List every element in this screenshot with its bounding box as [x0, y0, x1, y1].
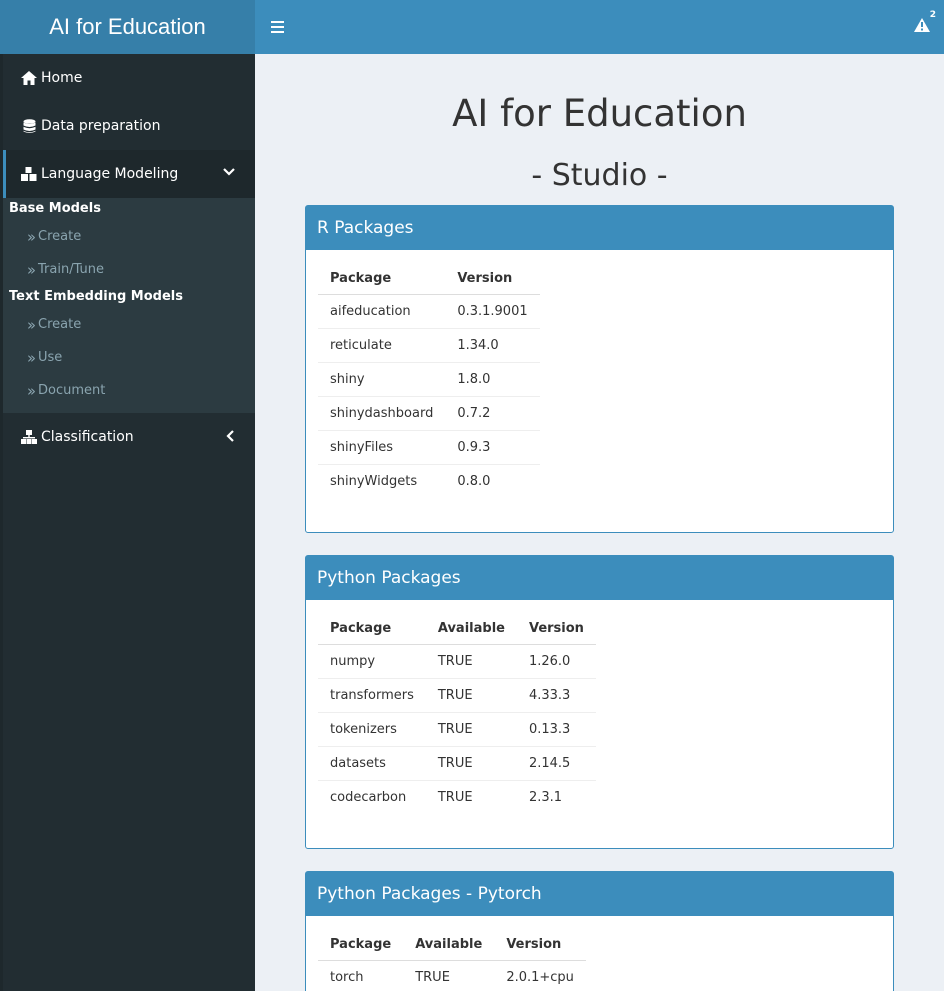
page-subtitle: - Studio -	[531, 158, 668, 193]
sitemap-icon	[20, 430, 38, 444]
column-header: Version	[445, 264, 540, 295]
table-cell: TRUE	[425, 745, 517, 780]
box-title: Python Packages	[306, 556, 893, 600]
table-cell: datasets	[318, 745, 426, 780]
table-cell: TRUE	[425, 779, 517, 814]
sidebar-item-label: Language Modeling	[41, 166, 179, 182]
table-cell: codecarbon	[318, 779, 426, 814]
table-cell: TRUE	[425, 711, 517, 746]
table-row: torch TRUE 2.0.1+cpu	[318, 960, 586, 991]
python-packages-table: Package Available Version numpy TRUE 1.26.0 tr…	[318, 614, 596, 814]
double-chevron-right-icon: ››	[27, 227, 36, 246]
table-row: numpy TRUE 1.26.0	[318, 644, 596, 678]
text-embedding-heading: Text Embedding Models	[9, 289, 183, 304]
table-cell: 1.34.0	[445, 327, 540, 362]
table-cell: 2.14.5	[516, 745, 596, 780]
table-row: shinydashboard 0.7.2	[318, 395, 540, 430]
pytorch-packages-box: Python Packages - Pytorch Package Availab…	[305, 871, 894, 991]
table-cell: TRUE	[415, 969, 450, 985]
notification-badge: 2	[929, 10, 936, 20]
table-row: aifeducation 0.3.1.9001	[318, 294, 540, 328]
table-cell: 0.8.0	[445, 463, 540, 498]
table-cell: reticulate	[318, 327, 446, 362]
table-cell: 1.26.0	[528, 653, 571, 669]
table-cell: shinydashboard	[318, 395, 446, 430]
table-cell: 2.0.1+cpu	[506, 969, 574, 985]
column-header: Version	[494, 930, 586, 961]
table-cell: shiny	[318, 361, 446, 396]
base-models-heading: Base Models	[9, 201, 101, 216]
table-cell: 4.33.3	[516, 677, 596, 712]
table-cell: aifeducation	[330, 303, 411, 319]
table-row: tokenizers TRUE 0.13.3	[318, 711, 596, 746]
sidebar-item-data-preparation[interactable]: Data preparation	[3, 102, 255, 150]
python-packages-box: Python Packages Package Available Version n…	[305, 555, 894, 849]
language-modeling-submenu: Base Models ›› Create ›› Train/Tune Text…	[3, 198, 255, 413]
column-header: Available	[403, 930, 495, 961]
main-content: AI for Education - Studio - R Packages P…	[255, 54, 944, 991]
table-cell: 0.13.3	[516, 711, 596, 746]
column-header: Version	[516, 614, 596, 645]
sidebar-item-home[interactable]: Home	[3, 54, 255, 102]
table-cell: tokenizers	[318, 711, 426, 746]
table-cell: 0.7.2	[445, 395, 540, 430]
table-cell: shinyWidgets	[318, 463, 446, 498]
sidebar-toggle-button[interactable]	[269, 17, 287, 37]
table-row: shinyFiles 0.9.3	[318, 429, 540, 464]
sidebar-item-label: Home	[41, 70, 83, 86]
pytorch-packages-table: Package Available Version torch TRUE 2.0.1+cp…	[318, 930, 586, 991]
table-cell: 2.3.1	[516, 779, 596, 814]
table-cell: 1.8.0	[445, 361, 540, 396]
sidebar-item-classification[interactable]: Classification	[3, 413, 255, 461]
table-cell: transformers	[318, 677, 426, 712]
table-cell: 0.9.3	[445, 429, 540, 464]
table-cell: TRUE	[437, 653, 473, 669]
warning-icon	[914, 18, 930, 32]
table-row: reticulate 1.34.0	[318, 327, 540, 362]
double-chevron-right-icon: ››	[27, 315, 36, 334]
table-row: codecarbon TRUE 2.3.1	[318, 779, 596, 814]
submenu-item-embedding-use[interactable]: ›› Use	[3, 341, 255, 374]
table-row: shiny 1.8.0	[318, 361, 540, 396]
submenu-item-embedding-create[interactable]: ›› Create	[3, 308, 255, 341]
table-cell: torch	[330, 969, 364, 985]
table-row: transformers TRUE 4.33.3	[318, 677, 596, 712]
chevron-left-icon	[226, 430, 234, 442]
r-packages-box: R Packages Package Version aifeducation 0.3…	[305, 205, 894, 533]
sidebar-item-label: Data preparation	[41, 118, 161, 134]
cubes-icon	[20, 167, 38, 181]
submenu-item-base-train-tune[interactable]: ›› Train/Tune	[3, 253, 255, 286]
column-header: Package	[318, 614, 426, 645]
box-title: R Packages	[306, 206, 893, 250]
table-cell: numpy	[330, 653, 376, 669]
page-title: AI for Education	[452, 92, 747, 135]
database-icon	[20, 118, 38, 134]
table-cell: TRUE	[425, 677, 517, 712]
double-chevron-right-icon: ››	[27, 260, 36, 279]
column-header: Available	[425, 614, 517, 645]
column-header: Package	[318, 264, 446, 295]
sidebar-item-language-modeling[interactable]: Language Modeling	[3, 150, 255, 198]
table-row: datasets TRUE 2.14.5	[318, 745, 596, 780]
home-icon	[20, 71, 38, 85]
table-cell: 0.3.1.9001	[457, 303, 528, 319]
top-navbar: 2	[255, 0, 944, 54]
chevron-down-icon	[223, 168, 235, 176]
app-logo[interactable]: AI for Education	[0, 0, 255, 54]
r-packages-table: Package Version aifeducation 0.3.1.9001 reti…	[318, 264, 540, 498]
table-row: shinyWidgets 0.8.0	[318, 463, 540, 498]
sidebar: Home Data preparation Language Modeling …	[0, 54, 255, 991]
table-cell: shinyFiles	[318, 429, 446, 464]
double-chevron-right-icon: ››	[27, 381, 36, 400]
sidebar-item-label: Classification	[41, 429, 134, 445]
column-header: Package	[318, 930, 404, 961]
double-chevron-right-icon: ››	[27, 348, 36, 367]
notifications-button[interactable]: 2	[912, 10, 936, 40]
submenu-item-base-create[interactable]: ›› Create	[3, 220, 255, 253]
submenu-item-embedding-document[interactable]: ›› Document	[3, 374, 255, 407]
box-title: Python Packages - Pytorch	[306, 872, 893, 916]
